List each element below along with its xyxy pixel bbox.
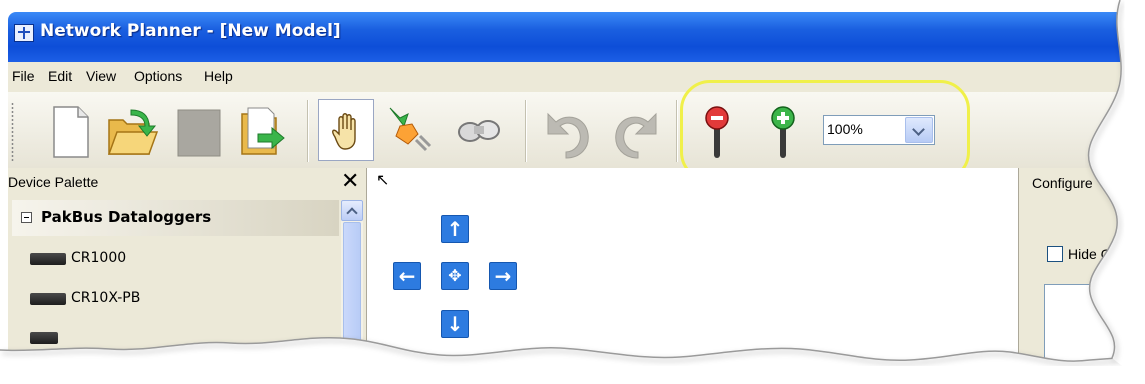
network-planner-window: Network Planner - [New Model] File Edit … [0,0,1145,384]
torn-edge-overlay [0,0,1145,384]
